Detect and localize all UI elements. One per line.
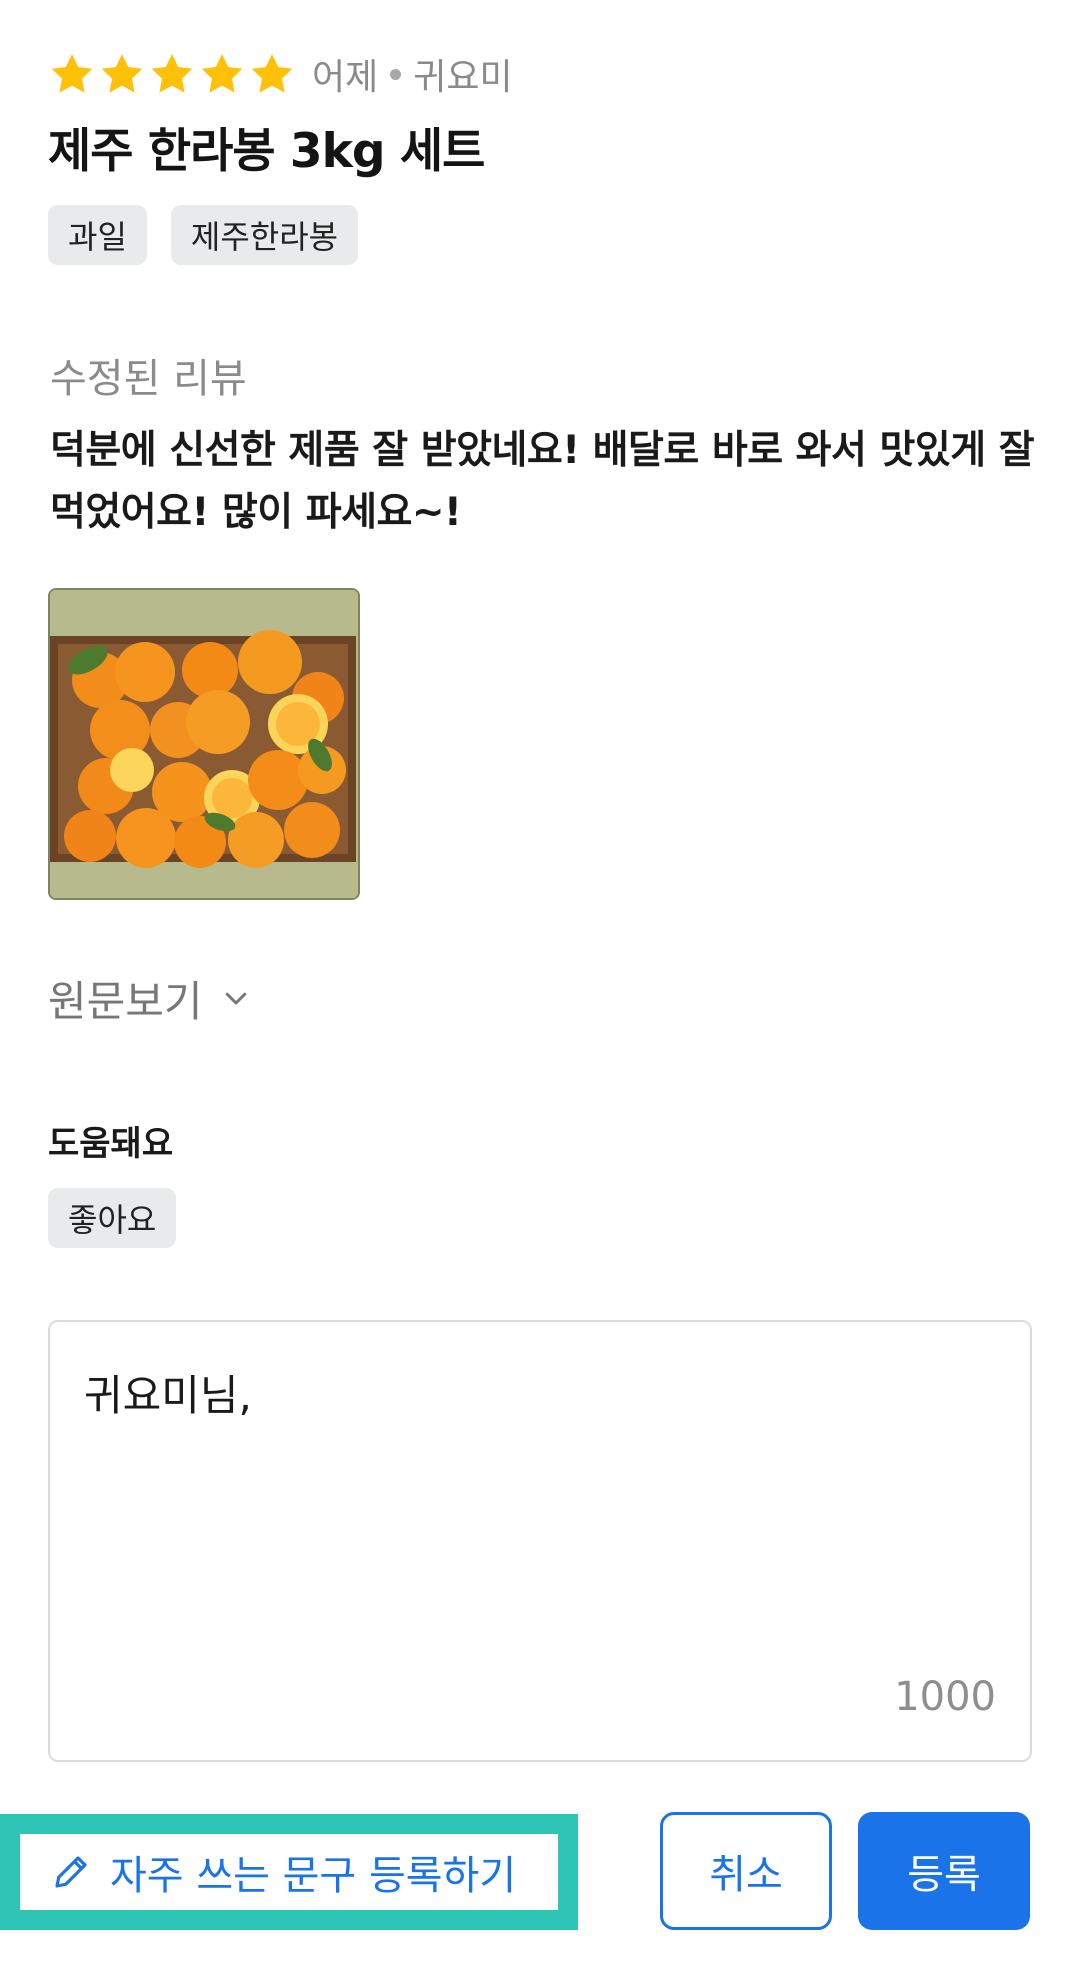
star-icon	[51, 54, 93, 93]
view-original-label: 원문보기	[48, 976, 203, 1026]
star-icon	[151, 54, 193, 93]
review-text: 덕분에 신선한 제품 잘 받았네요! 배달로 바로 와서 맛있게 잘 먹었어요!…	[50, 428, 1035, 535]
chevron-down-icon	[225, 992, 246, 1005]
pencil-icon	[55, 1856, 87, 1888]
tag-chip: 제주한라봉	[170, 205, 359, 265]
like-chip: 좋아요	[48, 1188, 177, 1248]
register-phrase-label: 자주 쓰는 문구 등록하기	[110, 1853, 517, 1899]
orange-box-photo-icon	[50, 590, 358, 898]
register-phrase-button[interactable]: 자주 쓰는 문구 등록하기	[20, 1834, 558, 1910]
cancel-button[interactable]: 취소	[660, 1812, 832, 1930]
submit-button[interactable]: 등록	[858, 1812, 1030, 1930]
review-author: 귀요미	[413, 57, 513, 98]
star-icon	[251, 54, 293, 93]
product-title: 제주 한라봉 3kg 세트	[48, 124, 485, 179]
reply-textarea[interactable]: 귀요미님, 1000	[48, 1320, 1032, 1762]
edited-review-label: 수정된 리뷰	[50, 356, 247, 402]
review-date: 어제	[312, 57, 379, 98]
star-icon	[201, 54, 243, 93]
review-meta: 어제 귀요미	[312, 50, 513, 98]
product-tags: 과일 제주한라봉	[48, 205, 359, 265]
review-photo[interactable]	[48, 588, 360, 900]
reply-text-value: 귀요미님,	[84, 1371, 252, 1420]
tag-chip: 과일	[48, 205, 147, 265]
star-icon	[101, 54, 143, 93]
helpful-label: 도움돼요	[48, 1124, 174, 1164]
view-original-toggle[interactable]: 원문보기	[48, 970, 251, 1026]
rating-stars	[48, 50, 296, 98]
separator-dot	[390, 68, 402, 80]
char-limit-counter: 1000	[894, 1674, 996, 1720]
